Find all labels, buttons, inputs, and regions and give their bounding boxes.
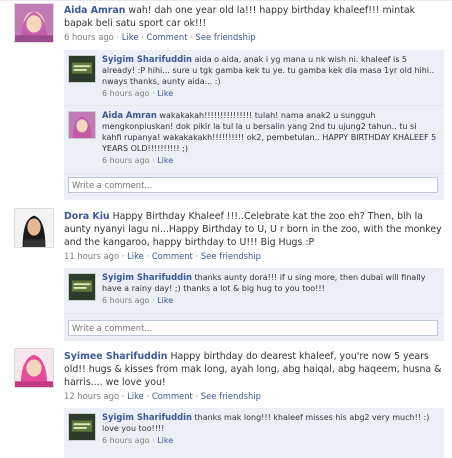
avatar[interactable] [14, 348, 54, 388]
like-link[interactable]: Like [127, 251, 144, 261]
comment-item: Syigim Sharifuddin thanks aunty dora!!! … [64, 268, 444, 314]
comment-meta: 6 hours ago · Like [102, 296, 174, 305]
post-meta: 11 hours ago · Like · Comment · See frie… [64, 251, 261, 261]
comment-item: Syigim Sharifuddin aida o aida, anak i y… [64, 50, 444, 106]
post-author-link[interactable]: Aida Amran [64, 5, 125, 16]
comment-author-link[interactable]: Syigim Sharifuddin [102, 412, 192, 422]
comment-thread: Syigim Sharifuddin thanks aunty dora!!! … [64, 268, 444, 341]
write-comment-input[interactable]: Write a comment... [68, 320, 438, 336]
comment-thread: Syigim Sharifuddin aida o aida, anak i y… [64, 50, 444, 200]
comment-time: 6 hours ago [102, 156, 150, 165]
comment-item: Syigim Sharifuddin thanks mak long!!! kh… [64, 408, 444, 458]
comment-item: Aida Amran wakakakah!!!!!!!!!!!!!!! tula… [64, 106, 444, 174]
like-link[interactable]: Like [127, 391, 144, 401]
comment-like-link[interactable]: Like [157, 436, 173, 445]
like-link[interactable]: Like [122, 32, 139, 42]
post-author-link[interactable]: Dora Kiu [64, 211, 110, 222]
post-time: 6 hours ago [64, 32, 114, 42]
wall-post: Syimee Sharifuddin Happy birthday do dea… [0, 345, 452, 458]
post-message: Happy Birthday Khaleef !!!..Celebrate ka… [64, 211, 442, 248]
post-text: Dora Kiu Happy Birthday Khaleef !!!..Cel… [64, 210, 444, 249]
comment-author-link[interactable]: Syigim Sharifuddin [102, 54, 192, 64]
commenter-avatar[interactable] [68, 111, 96, 139]
post-author-link[interactable]: Syimee Sharifuddin [64, 351, 167, 362]
comment-like-link[interactable]: Like [157, 156, 173, 165]
post-time: 12 hours ago [64, 391, 120, 401]
comment-meta: 6 hours ago · Like [102, 156, 174, 165]
see-friendship-link[interactable]: See friendship [201, 251, 261, 261]
comment-author-link[interactable]: Syigim Sharifuddin [102, 272, 192, 282]
comment-like-link[interactable]: Like [157, 296, 173, 305]
comment-link[interactable]: Comment [152, 251, 193, 261]
comment-link[interactable]: Comment [152, 391, 193, 401]
see-friendship-link[interactable]: See friendship [201, 391, 261, 401]
comment-time: 6 hours ago [102, 89, 150, 98]
wall-post: Dora Kiu Happy Birthday Khaleef !!!..Cel… [0, 205, 452, 345]
post-meta: 6 hours ago · Like · Comment · See frien… [64, 32, 256, 42]
write-comment-input[interactable]: Write a comment... [68, 177, 438, 193]
commenter-avatar[interactable] [68, 413, 96, 441]
wall-post: Aida Amran wah! dah one year old la!!! h… [0, 0, 452, 205]
post-time: 11 hours ago [64, 251, 120, 261]
comment-thread: Syigim Sharifuddin thanks mak long!!! kh… [64, 408, 444, 458]
see-friendship-link[interactable]: See friendship [196, 32, 256, 42]
comment-time: 6 hours ago [102, 436, 150, 445]
comment-meta: 6 hours ago · Like [102, 89, 174, 98]
post-text: Aida Amran wah! dah one year old la!!! h… [64, 4, 444, 30]
commenter-avatar[interactable] [68, 273, 96, 301]
commenter-avatar[interactable] [68, 55, 96, 83]
comment-link[interactable]: Comment [146, 32, 187, 42]
post-text: Syimee Sharifuddin Happy birthday do dea… [64, 350, 444, 389]
comment-time: 6 hours ago [102, 296, 150, 305]
comment-author-link[interactable]: Aida Amran [102, 110, 157, 120]
avatar[interactable] [14, 3, 54, 43]
comment-like-link[interactable]: Like [157, 89, 173, 98]
avatar[interactable] [14, 208, 54, 248]
comment-meta: 6 hours ago · Like [102, 436, 174, 445]
post-meta: 12 hours ago · Like · Comment · See frie… [64, 391, 261, 401]
